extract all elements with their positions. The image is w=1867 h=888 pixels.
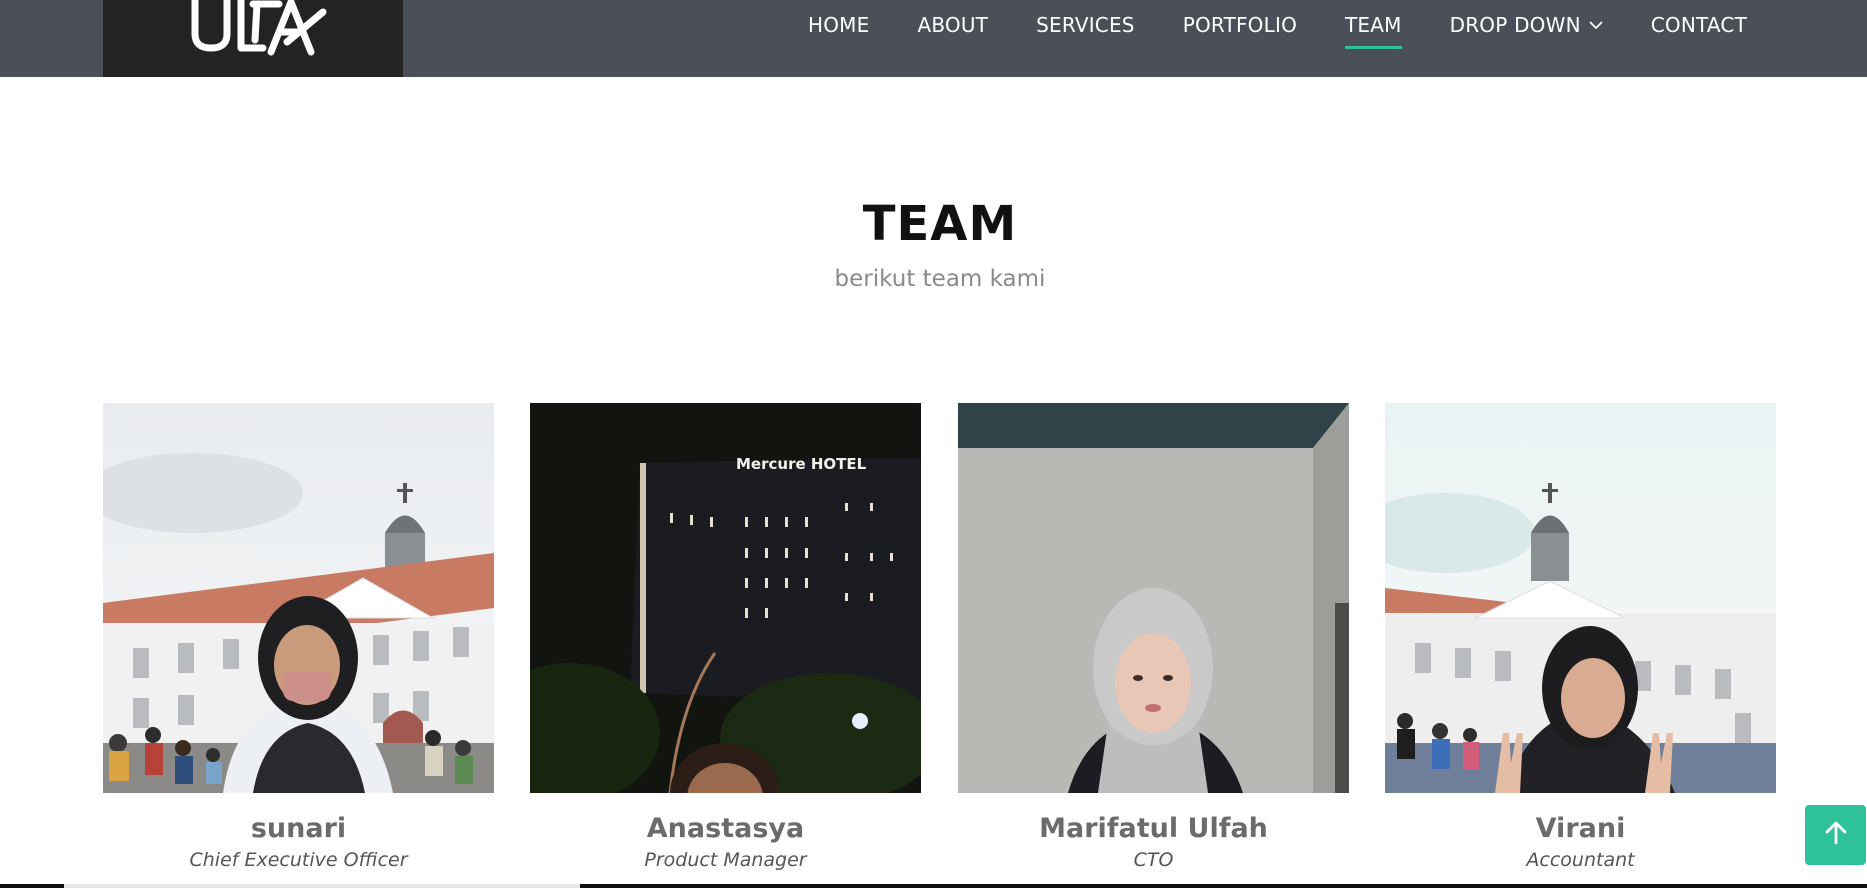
chevron-down-icon	[1589, 20, 1603, 30]
site-logo[interactable]	[103, 0, 403, 77]
arrow-up-icon	[1823, 820, 1849, 850]
team-member-role: Accountant	[1526, 849, 1635, 871]
nav-dropdown[interactable]: DROP DOWN	[1426, 0, 1627, 50]
logo-mark-icon	[191, 0, 327, 56]
team-member-card: Marifatul Ulfah CTO	[958, 403, 1349, 872]
nav-services-label: SERVICES	[1036, 13, 1135, 37]
section-title: TEAM	[862, 196, 1018, 252]
team-member-card: Mercure HOTEL Anastasya Product Manager	[530, 403, 921, 872]
team-member-photo	[958, 403, 1349, 793]
team-member-role: CTO	[1133, 849, 1174, 871]
team-member-name: Anastasya	[646, 813, 805, 844]
section-subtitle: berikut team kami	[834, 266, 1046, 292]
nav-contact-label: CONTACT	[1650, 13, 1747, 37]
nav-portfolio-label: PORTFOLIO	[1182, 13, 1298, 37]
team-member-card: sunari Chief Executive Officer	[103, 403, 494, 872]
team-member-photo	[103, 403, 494, 793]
nav-home-label: HOME	[807, 13, 870, 37]
nav-about[interactable]: ABOUT	[893, 0, 1012, 50]
site-header: HOME ABOUT SERVICES PORTFOLIO TEAM DROP …	[0, 0, 1867, 77]
team-member-role: Chief Executive Officer	[189, 849, 408, 871]
nav-home[interactable]: HOME	[784, 0, 893, 50]
team-member-photo	[1385, 403, 1776, 793]
nav-team[interactable]: TEAM	[1321, 0, 1426, 50]
hotel-sign-text: Mercure HOTEL	[736, 455, 867, 473]
main-nav: HOME ABOUT SERVICES PORTFOLIO TEAM DROP …	[784, 0, 1771, 50]
back-to-top-button[interactable]	[1805, 805, 1866, 865]
team-member-name: sunari	[250, 813, 347, 844]
nav-team-label: TEAM	[1345, 13, 1402, 37]
team-member-role: Product Manager	[644, 849, 807, 871]
team-member-name: Virani	[1535, 813, 1626, 844]
nav-dropdown-label: DROP DOWN	[1449, 13, 1581, 37]
horizontal-scrollbar-thumb[interactable]	[64, 884, 580, 888]
nav-about-label: ABOUT	[917, 13, 989, 37]
nav-services[interactable]: SERVICES	[1012, 0, 1159, 50]
team-member-card: Virani Accountant	[1385, 403, 1776, 872]
team-member-photo: Mercure HOTEL	[530, 403, 921, 793]
nav-contact[interactable]: CONTACT	[1627, 0, 1771, 50]
team-member-name: Marifatul Ulfah	[1039, 813, 1268, 844]
nav-portfolio[interactable]: PORTFOLIO	[1159, 0, 1321, 50]
